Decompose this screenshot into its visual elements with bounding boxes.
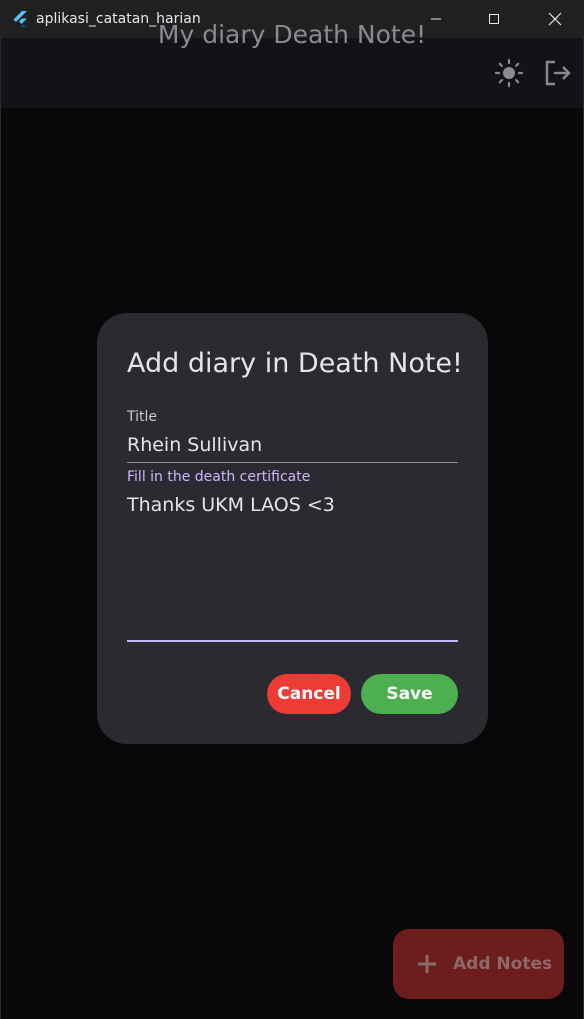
cancel-button[interactable]: Cancel bbox=[267, 674, 351, 714]
add-diary-dialog: Add diary in Death Note! Title Rhein Sul… bbox=[97, 313, 488, 744]
theme-toggle-button[interactable] bbox=[494, 58, 524, 88]
plus-icon bbox=[418, 955, 436, 973]
title-field-label: Title bbox=[127, 409, 158, 425]
logout-icon bbox=[545, 60, 571, 86]
content-input-underline bbox=[127, 640, 458, 642]
title-input[interactable]: Rhein Sullivan bbox=[127, 434, 458, 456]
add-notes-button[interactable]: Add Notes bbox=[393, 929, 564, 999]
logout-button[interactable] bbox=[543, 58, 573, 88]
dialog-title: Add diary in Death Note! bbox=[127, 348, 463, 379]
page-title: My diary Death Note! bbox=[157, 20, 427, 49]
content-field-label: Fill in the death certificate bbox=[127, 469, 311, 485]
add-notes-label: Add Notes bbox=[453, 954, 553, 974]
save-button[interactable]: Save bbox=[361, 674, 458, 714]
title-input-underline bbox=[127, 462, 458, 463]
sun-icon bbox=[494, 58, 524, 88]
content-textarea[interactable]: Thanks UKM LAOS <3 bbox=[127, 494, 458, 516]
